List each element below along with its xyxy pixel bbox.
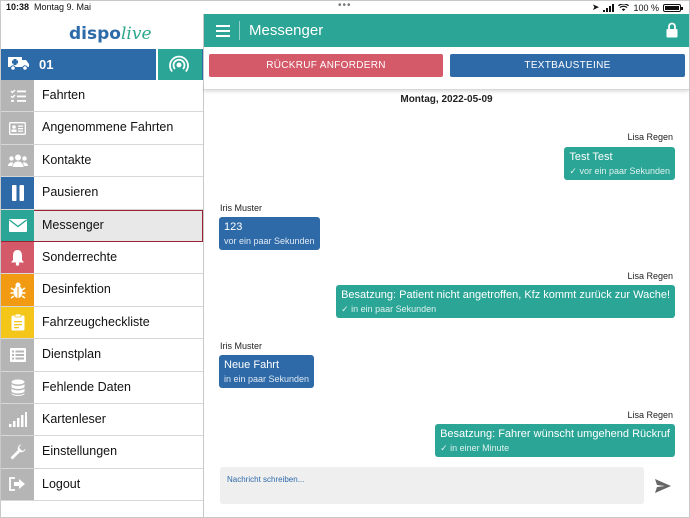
broadcast-icon: [169, 55, 189, 73]
hamburger-menu-icon[interactable]: [216, 25, 230, 37]
message-time: ✓ vor ein paar Sekunden: [569, 166, 670, 176]
sidebar-item-pausieren[interactable]: Pausieren: [1, 177, 203, 210]
message-time: in ein paar Sekunden: [224, 374, 310, 384]
sidebar-item-dienstplan[interactable]: Dienstplan: [1, 339, 203, 372]
message-text: 123: [224, 221, 243, 233]
header-divider: [204, 84, 689, 90]
sidebar-item-label: Fehlende Daten: [42, 379, 131, 394]
sidebar-item-label: Kartenleser: [42, 411, 106, 426]
signal-icon: [1, 403, 34, 436]
sidebar-item-sonderrechte[interactable]: Sonderrechte: [1, 241, 203, 275]
sidebar-item-label: Messenger: [42, 217, 104, 232]
sidebar-item-einstellungen[interactable]: Einstellungen: [1, 436, 203, 469]
message-text: Neue Fahrt: [224, 359, 280, 371]
sidebar-item-kartenleser[interactable]: Kartenleser: [1, 403, 203, 437]
cell-signal-icon: [603, 3, 615, 12]
message-text: Besatzung: Fahrer wünscht umgehend Rückr…: [440, 428, 670, 440]
logo: dispolive: [69, 24, 152, 44]
sidebar-item-fehlende-daten[interactable]: Fehlende Daten: [1, 371, 203, 404]
battery-icon: [663, 3, 683, 12]
sidebar-item-messenger[interactable]: Messenger: [1, 209, 203, 242]
sidebar-item-desinfektion[interactable]: Desinfektion: [1, 274, 203, 307]
wifi-icon: [618, 3, 630, 11]
message-bubble-outgoing[interactable]: Besatzung: Patient nicht angetroffen, Kf…: [336, 285, 675, 318]
message-time: vor ein paar Sekunden: [224, 236, 315, 246]
list-check-icon: [1, 80, 34, 112]
location-icon: ➤: [591, 2, 600, 12]
message-bubble-outgoing[interactable]: Test Test ✓ vor ein paar Sekunden: [564, 147, 675, 180]
lock-icon[interactable]: [666, 22, 678, 38]
main-panel: Messenger RÜCKRUF ANFORDERN TEXTBAUSTEIN…: [204, 14, 689, 517]
message-bubble-incoming[interactable]: Neue Fahrt in ein paar Sekunden: [219, 355, 315, 388]
message-text: Besatzung: Patient nicht angetroffen, Kf…: [341, 289, 670, 301]
message-time: ✓ in ein paar Sekunden: [341, 304, 437, 314]
message-text: Test Test: [569, 151, 613, 163]
sidebar-item-angenommene-fahrten[interactable]: Angenommene Fahrten: [1, 112, 203, 145]
radio-button[interactable]: [156, 49, 202, 80]
app-window: 10:38 Montag 9. Mai ••• ➤ 100 % dispoliv…: [0, 0, 690, 518]
page-title: Messenger: [249, 22, 324, 39]
message-bubble-incoming[interactable]: 123 vor ein paar Sekunden: [219, 217, 320, 250]
textbausteine-button[interactable]: TEXTBAUSTEINE: [450, 54, 685, 77]
sidebar-item-label: Fahrten: [42, 88, 86, 102]
chat-date: Montag, 2022-05-09: [400, 94, 493, 105]
sidebar-item-label: Einstellungen: [42, 444, 118, 459]
sidebar-item-label: Angenommene Fahrten: [42, 120, 174, 135]
check-icon: ✓: [341, 304, 352, 314]
sidebar-item-kontakte[interactable]: Kontakte: [1, 144, 203, 178]
sidebar-item-label: Logout: [42, 476, 81, 491]
message-input[interactable]: [227, 475, 627, 484]
message-bubble-outgoing[interactable]: Besatzung: Fahrer wünscht umgehend Rückr…: [435, 424, 675, 457]
multitask-dots-icon[interactable]: •••: [338, 1, 352, 11]
wrench-icon: [1, 436, 34, 468]
sign-out-icon: [1, 468, 34, 501]
sidebar-item-label: Sonderrechte: [42, 249, 118, 264]
message-sender: Lisa Regen: [627, 271, 673, 281]
sidebar: dispolive 01 Fahrten Angenommene Fahrten…: [1, 14, 204, 517]
sidebar-item-label: Dienstplan: [42, 347, 102, 362]
message-time: ✓ in einer Minute: [440, 443, 510, 453]
sidebar-menu: Fahrten Angenommene Fahrten Kontakte Pau…: [1, 80, 203, 502]
appbar-divider: [239, 21, 240, 40]
status-bar: 10:38 Montag 9. Mai ••• ➤ 100 %: [1, 1, 689, 14]
message-sender: Lisa Regen: [627, 410, 673, 420]
pause-icon: [1, 177, 34, 209]
bell-icon: [1, 241, 34, 274]
message-sender: Iris Muster: [220, 341, 263, 351]
app-bar: Messenger: [204, 14, 689, 47]
envelope-icon: [1, 209, 34, 241]
sidebar-item-label: Fahrzeugcheckliste: [42, 314, 150, 329]
status-date: Montag 9. Mai: [34, 2, 92, 12]
message-sender: Lisa Regen: [627, 132, 673, 142]
sidebar-item-label: Desinfektion: [42, 282, 111, 297]
database-icon: [1, 371, 34, 403]
sidebar-item-label: Kontakte: [42, 152, 92, 167]
message-composer[interactable]: [220, 467, 644, 504]
clipboard-icon: [1, 306, 34, 339]
vehicle-id: 01: [39, 57, 54, 72]
list-icon: [1, 339, 34, 371]
sidebar-item-fahrten[interactable]: Fahrten: [1, 80, 203, 113]
rueckruf-anfordern-button[interactable]: RÜCKRUF ANFORDERN: [209, 54, 443, 77]
sidebar-item-label: Pausieren: [42, 185, 99, 200]
check-icon: ✓: [440, 443, 451, 453]
id-card-icon: [1, 112, 34, 144]
sidebar-item-fahrzeugcheckliste[interactable]: Fahrzeugcheckliste: [1, 306, 203, 340]
vehicle-bar[interactable]: 01: [1, 49, 203, 80]
users-icon: [1, 144, 34, 177]
check-icon: ✓: [569, 166, 580, 176]
ambulance-icon: [7, 55, 31, 74]
sidebar-item-logout[interactable]: Logout: [1, 468, 203, 502]
send-icon[interactable]: [655, 479, 671, 493]
battery-percent: 100 %: [633, 2, 659, 13]
status-time: 10:38: [6, 2, 30, 12]
message-sender: Iris Muster: [220, 203, 263, 213]
bug-icon: [1, 274, 34, 306]
